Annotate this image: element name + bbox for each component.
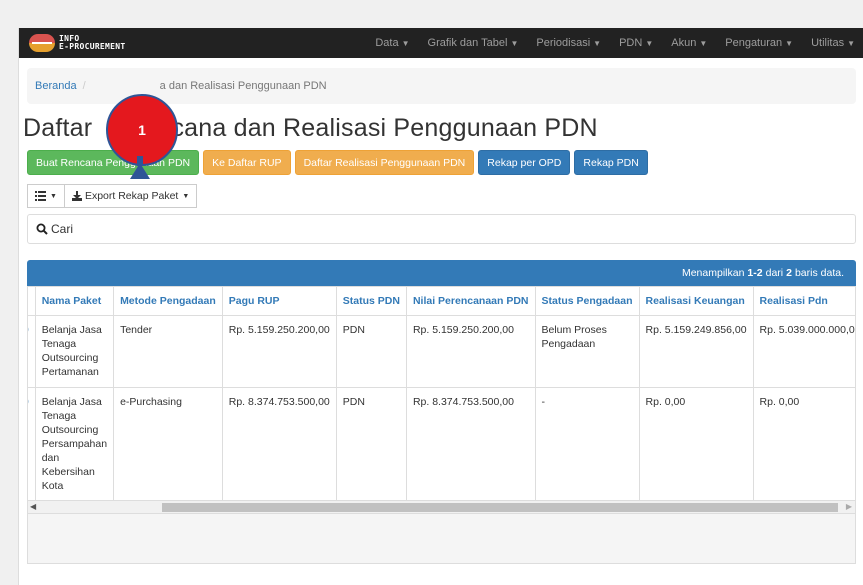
table-info-bar: Menampilkan 1-2 dari 2 baris data. — [27, 260, 856, 286]
scroll-left-arrow-icon[interactable]: ◀ — [30, 502, 36, 511]
cell-status-pdn: PDN — [335, 387, 407, 500]
column-header-pagu[interactable]: Pagu RUP — [221, 286, 337, 316]
realization-list-button[interactable]: Daftar Realisasi Penggunaan PDN — [294, 150, 475, 175]
caret-down-icon: ▼ — [847, 39, 855, 48]
column-header-nama-paket[interactable]: Nama Paket — [34, 286, 115, 316]
search-placeholder: Cari — [51, 222, 74, 236]
search-input[interactable]: Cari — [27, 214, 856, 244]
caret-down-icon: ▼ — [645, 39, 654, 48]
brand-line2: E-PROCUREMENT — [59, 42, 126, 51]
nav-item-label: PDN — [619, 37, 643, 49]
column-header-status-pengadaan[interactable]: Status Pengadaan — [534, 286, 640, 316]
page-title-left: Daftar — [23, 114, 100, 142]
nav-item-label: Pengaturan — [725, 37, 783, 49]
brand-logo-icon — [29, 34, 55, 52]
column-header-nilai[interactable]: Nilai Perencanaan PDN — [405, 286, 536, 316]
cell-status-pengadaan: - — [534, 387, 640, 500]
create-plan-button[interactable]: Buat Rencana Penggunaan PDN — [27, 150, 200, 175]
nav-item-label: Periodisasi — [536, 37, 591, 49]
brand-text: INFO E-PROCUREMENT — [59, 35, 126, 51]
brand[interactable]: INFO E-PROCUREMENT — [19, 28, 126, 58]
caret-down-icon: ▼ — [593, 39, 602, 48]
data-table-container: ↓↑ Nama Paket Metode Pengadaan Pagu RUP … — [27, 286, 856, 500]
cell-metode: Tender — [113, 315, 223, 388]
nav-item-label: Data — [375, 37, 399, 49]
cell-nilai: Rp. 8.374.753.500,00 — [405, 387, 536, 500]
caret-down-icon: ▼ — [699, 39, 708, 48]
recap-pdn-button[interactable]: Rekap PDN — [574, 150, 648, 175]
nav-item-data[interactable]: Data ▼ — [366, 37, 418, 49]
nav-item-label: Utilitas — [811, 37, 845, 49]
cell-id[interactable]: 30 — [28, 387, 36, 500]
data-table: ↓↑ Nama Paket Metode Pengadaan Pagu RUP … — [28, 286, 855, 500]
export-recap-button[interactable]: Export Rekap Paket ▼ — [64, 184, 198, 208]
recap-opd-button[interactable]: Rekap per OPD — [478, 150, 571, 175]
cell-metode: e-Purchasing — [113, 387, 223, 500]
caret-down-icon: ▼ — [50, 192, 57, 200]
nav-item-grafik[interactable]: Grafik dan Tabel ▼ — [419, 37, 528, 49]
export-icon — [71, 191, 82, 201]
table-info-prefix: Menampilkan — [681, 267, 745, 279]
caret-down-icon: ▼ — [182, 192, 190, 200]
nav-item-periodisasi[interactable]: Periodisasi ▼ — [527, 37, 610, 49]
table-footer — [27, 514, 856, 564]
cell-realisasi-keuangan: Rp. 0,00 — [638, 387, 754, 500]
cell-realisasi-pdn: Rp. 0,00 — [752, 387, 855, 500]
nav-item-pengaturan[interactable]: Pengaturan ▼ — [716, 37, 802, 49]
nav-item-akun[interactable]: Akun ▼ — [662, 37, 716, 49]
sort-icon: ↓↑ — [28, 295, 29, 307]
nav-item-utilitas[interactable]: Utilitas ▼ — [802, 37, 863, 49]
table-row: 30 Belanja Jasa Tenaga Outsourcing Persa… — [28, 387, 855, 500]
table-info-middle: dari — [765, 267, 784, 279]
column-header-status-pdn[interactable]: Status PDN — [335, 286, 407, 316]
nav-item-label: Grafik dan Tabel — [427, 37, 508, 49]
scrollbar-thumb[interactable] — [162, 503, 838, 512]
table-info-suffix: baris data. — [794, 267, 844, 279]
callout-number: 1 — [138, 122, 146, 138]
to-rup-list-button[interactable]: Ke Daftar RUP — [203, 150, 291, 175]
cell-realisasi-keuangan: Rp. 5.159.249.856,00 — [638, 315, 754, 388]
caret-down-icon: ▼ — [785, 39, 794, 48]
scroll-right-arrow-icon[interactable]: ▶ — [846, 502, 852, 511]
nav-item-label: Akun — [671, 37, 697, 49]
cell-status-pengadaan: Belum Proses Pengadaan — [534, 315, 640, 388]
page-title-right: cana dan Realisasi Penggunaan PDN — [171, 114, 598, 142]
caret-down-icon: ▼ — [401, 39, 410, 48]
table-header-row: ↓↑ Nama Paket Metode Pengadaan Pagu RUP … — [28, 286, 855, 316]
table-info-range: 1-2 — [747, 267, 763, 279]
cell-status-pdn: PDN — [335, 315, 407, 388]
table-toolbar: ▼ Export Rekap Paket ▼ — [27, 184, 198, 208]
nav-menu: Data ▼ Grafik dan Tabel ▼ Periodisasi ▼ PDN… — [366, 28, 863, 58]
column-toggle-button[interactable]: ▼ — [27, 184, 65, 208]
table-info-total: 2 — [786, 267, 792, 279]
horizontal-scrollbar[interactable]: ◀ ▶ — [27, 500, 856, 514]
cell-nama-paket: Belanja Jasa Tenaga Outsourcing Pertaman… — [34, 315, 115, 388]
cell-nilai: Rp. 5.159.250.200,00 — [405, 315, 536, 388]
column-header-metode[interactable]: Metode Pengadaan — [113, 286, 223, 316]
breadcrumb-separator: / — [82, 80, 86, 92]
breadcrumb-current: a dan Realisasi Penggunaan PDN — [159, 80, 327, 92]
caret-down-icon: ▼ — [510, 39, 519, 48]
cell-nama-paket: Belanja Jasa Tenaga Outsourcing Persampa… — [34, 387, 115, 500]
callout-arrow-icon — [130, 163, 150, 179]
table-row: 30 Belanja Jasa Tenaga Outsourcing Perta… — [28, 315, 855, 388]
column-header-realisasi-pdn[interactable]: Realisasi Pdn — [752, 286, 855, 316]
cell-realisasi-pdn: Rp. 5.039.000.000,00 — [752, 315, 855, 388]
cell-pagu: Rp. 8.374.753.500,00 — [221, 387, 337, 500]
browser-viewport: INFO E-PROCUREMENT Data ▼ Grafik dan Tabe… — [18, 28, 863, 585]
list-icon — [35, 191, 46, 201]
nav-item-pdn[interactable]: PDN ▼ — [610, 37, 662, 49]
column-header-id[interactable]: ↓↑ — [28, 286, 36, 316]
column-header-realisasi-keuangan[interactable]: Realisasi Keuangan — [638, 286, 754, 316]
export-label: Export Rekap Paket — [84, 190, 179, 202]
top-navbar: INFO E-PROCUREMENT Data ▼ Grafik dan Tabe… — [19, 28, 863, 58]
search-icon — [36, 223, 48, 235]
breadcrumb-home-link[interactable]: Beranda — [35, 80, 77, 92]
cell-id[interactable]: 30 — [28, 315, 36, 388]
cell-pagu: Rp. 5.159.250.200,00 — [221, 315, 337, 388]
